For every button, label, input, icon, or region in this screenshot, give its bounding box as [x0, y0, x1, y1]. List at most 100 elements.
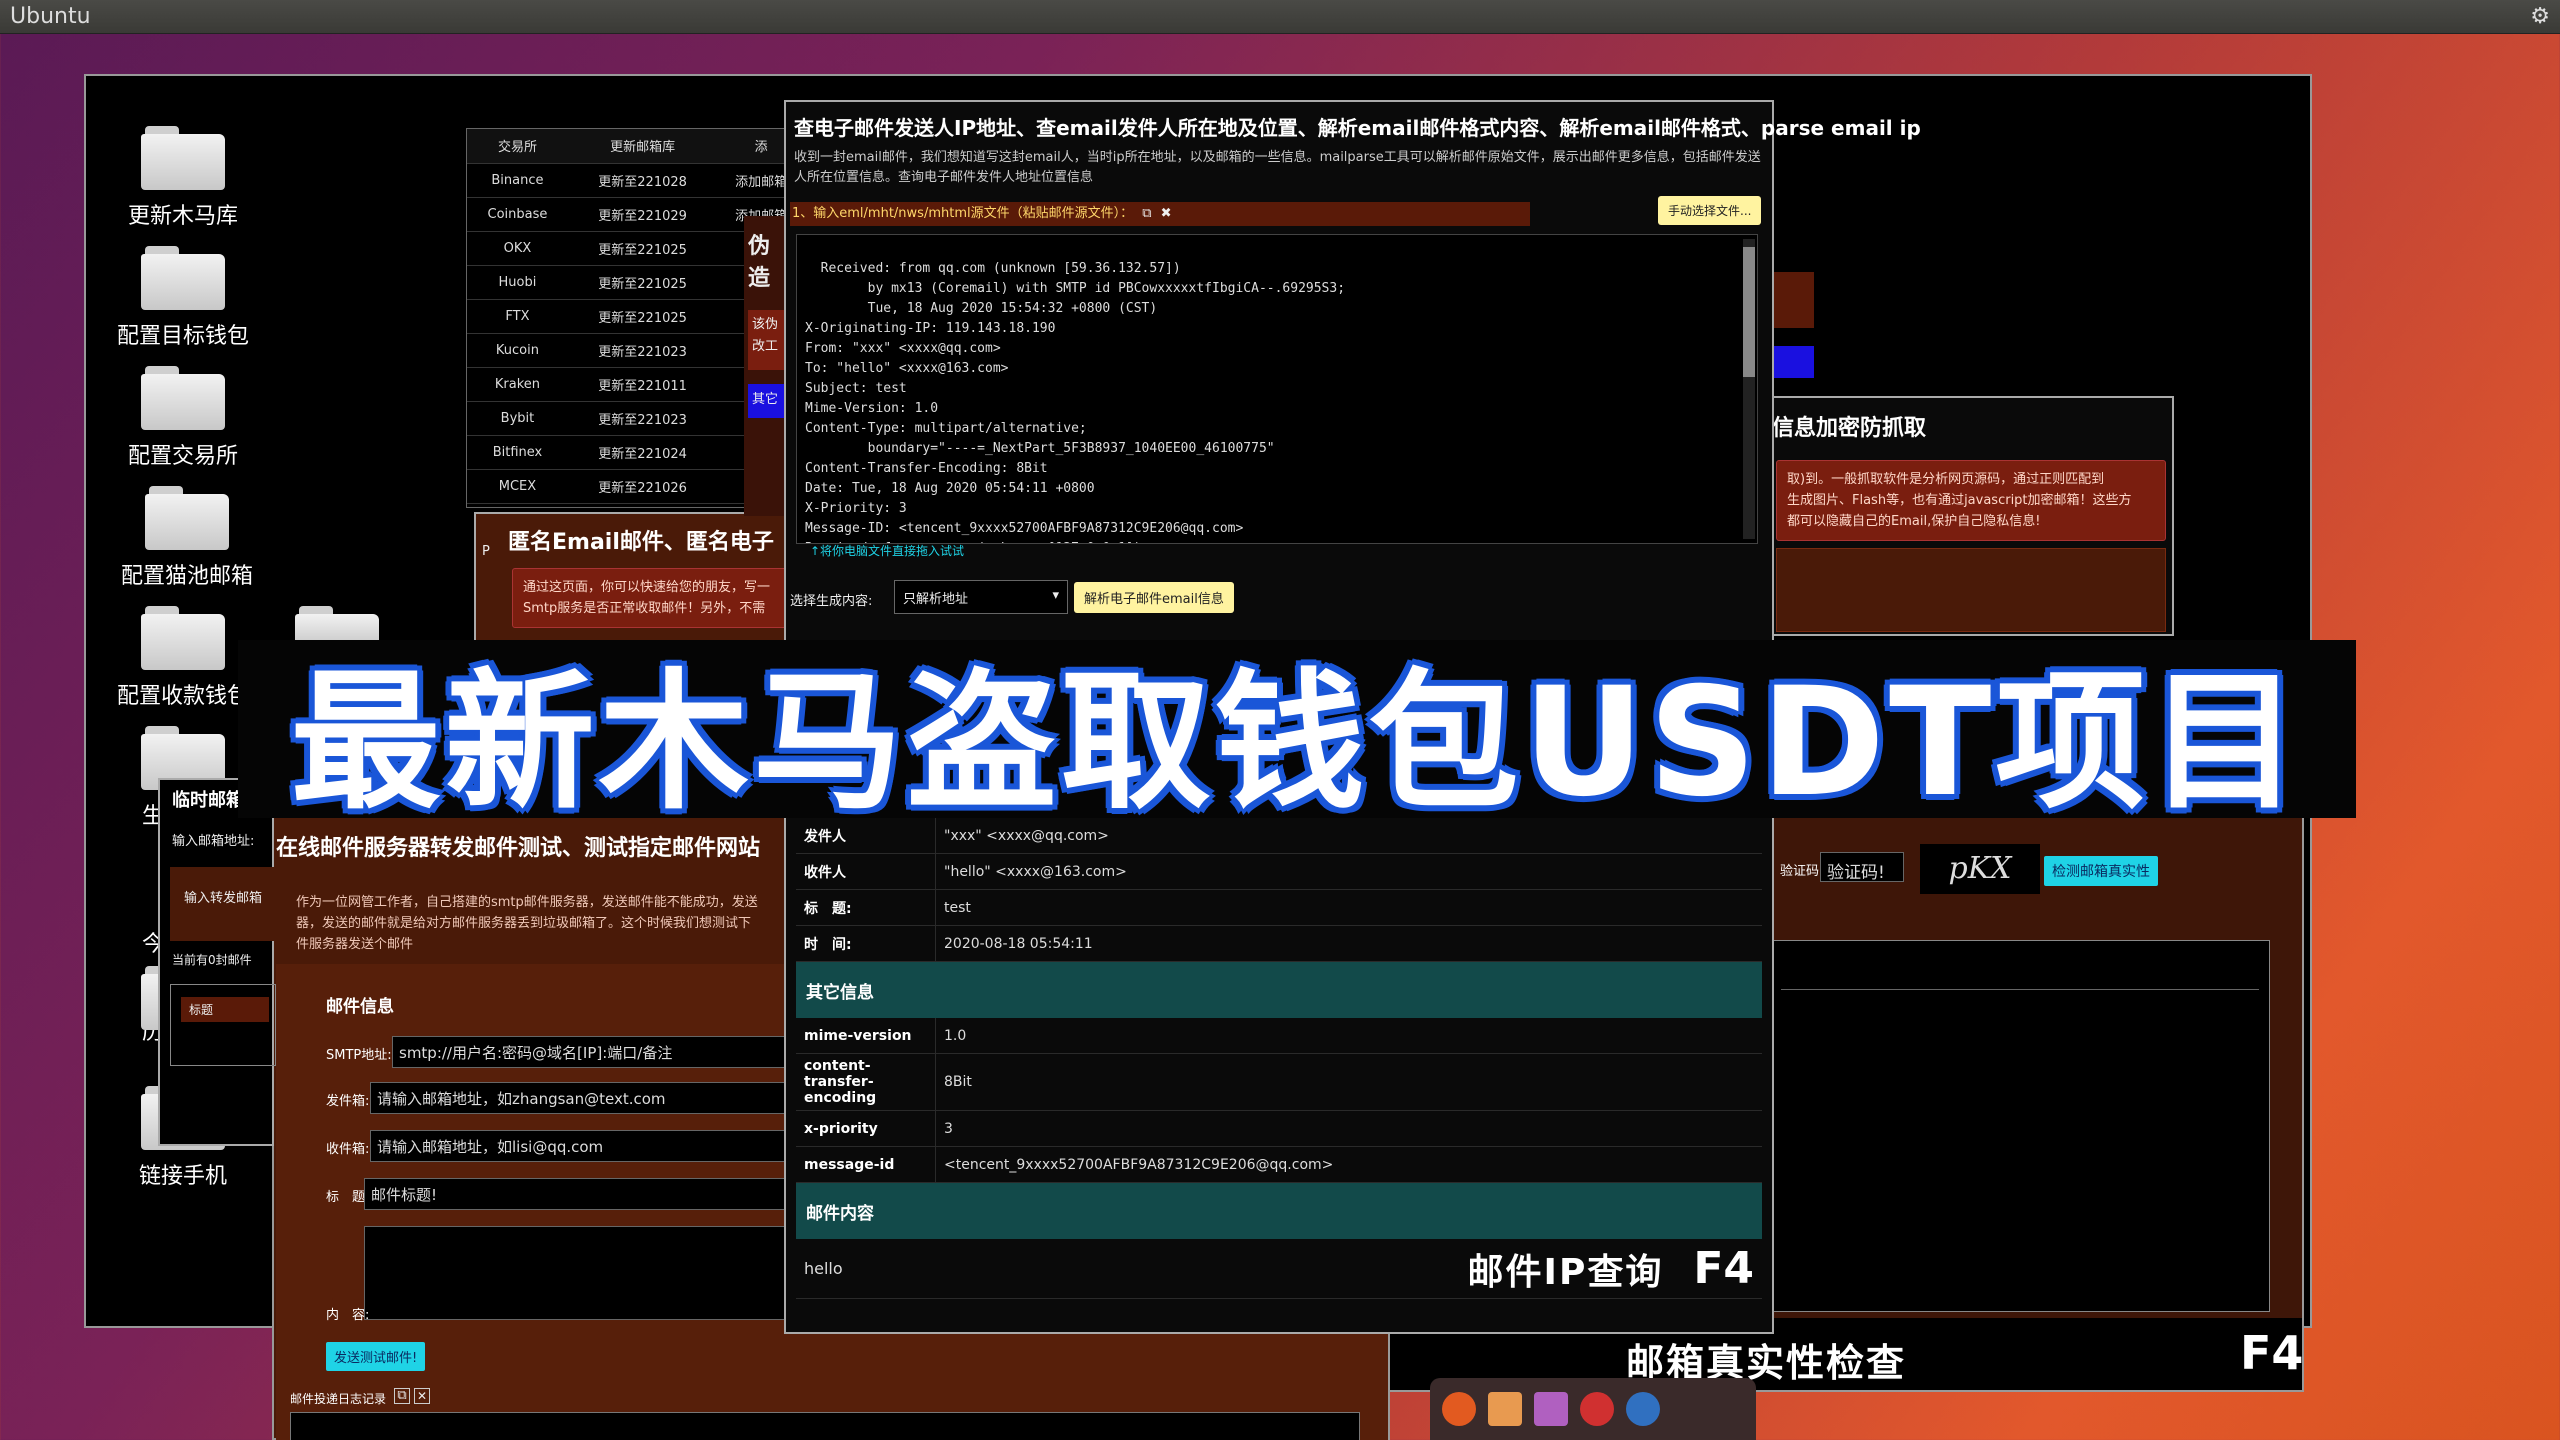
log-copy-icon[interactable]: ⧉ [394, 1388, 410, 1404]
app-icon[interactable] [1534, 1392, 1568, 1426]
email-source-textarea[interactable]: Received: from qq.com (unknown [59.36.13… [796, 234, 1758, 544]
drop-hint: ↑将你电脑文件直接拖入试试 [810, 544, 965, 558]
detail-key: mime-version [796, 1018, 936, 1053]
log-area [290, 1412, 1360, 1440]
folder-icon [141, 606, 225, 670]
table-cell: 更新至221025 [567, 231, 718, 266]
verify-email-button[interactable]: 检测邮箱真实性 [2044, 856, 2158, 886]
table-cell: 更新至221029 [567, 197, 718, 232]
encrypt-notice: 取)到。一般抓取软件是分析网页源码，通过正则匹配到 生成图片、Flash等，也有… [1776, 460, 2166, 541]
subject-input[interactable]: 邮件标题! [364, 1178, 790, 1210]
detail-row: 收件人 "hello" <xxxx@163.com> [796, 854, 1762, 890]
desktop-icon-label: 链接手机 [138, 1164, 227, 1189]
detail-row: content-transfer-encoding 8Bit [796, 1054, 1762, 1111]
detail-row: mime-version 1.0 [796, 1018, 1762, 1054]
table-cell: Bitfinex [467, 435, 568, 470]
table-cell: 更新至221026 [567, 469, 718, 504]
banner: 最新木马盗取钱包USDT项目 [238, 640, 2356, 830]
table-cell: 更新至221025 [567, 265, 718, 300]
detail-key: 时 间: [796, 926, 936, 961]
desktop-icon-exchange[interactable]: 配置交易所 [98, 366, 268, 470]
parse-result: 发件人 "xxx" <xxxx@qq.com> 收件人 "hello" <xxxx@1… [796, 818, 1762, 1299]
fake-other-button[interactable]: 其它 [748, 384, 788, 418]
folder-icon [141, 246, 225, 310]
close-icon[interactable]: ✖ [1161, 206, 1172, 221]
temp-count: 当前有0封邮件 [172, 953, 252, 967]
parser-key: F4 [1693, 1243, 1754, 1294]
parser-title: 查电子邮件发送人IP地址、查email发件人所在地及位置、解析email邮件格式… [794, 116, 1921, 140]
table-cell: 更新至221024 [567, 435, 718, 470]
table-cell: 更新至221023 [567, 333, 718, 368]
captcha-input[interactable]: 验证码! [1820, 852, 1904, 882]
folder-icon [145, 486, 229, 550]
temp-col-header: 标题 [181, 997, 269, 1022]
detail-row: message-id <tencent_9xxxx52700AFBF9A87312… [796, 1147, 1762, 1183]
step1-bar: 1、输入eml/mht/nws/mhtml源文件（粘贴邮件源文件）： ⧉ ✖ [790, 202, 1530, 226]
detail-value: <tencent_9xxxx52700AFBF9A87312C9E206@qq.… [944, 1156, 1334, 1173]
scrollbar[interactable] [1743, 239, 1755, 539]
log-label: 邮件投递日志记录 [290, 1392, 387, 1406]
power-icon[interactable] [1442, 1392, 1476, 1426]
table-cell: Kraken [467, 367, 568, 402]
top-panel: Ubuntu ⚙ [0, 0, 2560, 34]
detail-key: message-id [796, 1147, 936, 1182]
desktop-icon-update-trojan[interactable]: 更新木马库 [98, 126, 268, 230]
encrypt-box [1776, 548, 2166, 632]
table-cell: OKX [467, 231, 568, 266]
encrypt-strip-blue [1774, 346, 1814, 378]
column-header: 更新邮箱库 [567, 129, 718, 164]
send-test-button[interactable]: 发送测试邮件! [326, 1342, 426, 1371]
upload-file-button[interactable]: 手动选择文件... [1658, 196, 1762, 225]
encrypt-panel: 信息加密防抓取 取)到。一般抓取软件是分析网页源码，通过正则匹配到 生成图片、F… [1754, 396, 2174, 636]
lifebuoy-icon[interactable] [1580, 1392, 1614, 1426]
table-cell: 更新至221011 [567, 367, 718, 402]
download-icon[interactable] [1488, 1392, 1522, 1426]
fake-window: 伪造 该伪 改工 其它 [744, 216, 788, 516]
table-cell: Coinbase [467, 197, 568, 232]
detail-key: 收件人 [796, 854, 936, 889]
verify-key: F4 [2240, 1326, 2304, 1380]
fake-title: 伪造 [748, 234, 771, 291]
detail-value: 2020-08-18 05:54:11 [944, 935, 1093, 952]
mode-select-value: 只解析地址 [903, 592, 969, 607]
temp-fwd-box: 输入转发邮箱 [170, 867, 276, 941]
fake-text-line: 该伪 [752, 317, 779, 332]
anon-email-title: 匿名Email邮件、匿名电子 [508, 530, 774, 555]
form-section-title: 邮件信息 [326, 997, 394, 1017]
smtp-input[interactable]: smtp://用户名:密码@域名[IP]:端口/备注 [392, 1036, 792, 1068]
chevron-down-icon: ▾ [1052, 588, 1059, 603]
table-cell: 更新至221028 [567, 163, 718, 198]
temp-list: 标题 [170, 984, 276, 1066]
desktop-icon-label: 配置交易所 [127, 444, 238, 469]
banner-text: 最新木马盗取钱包USDT项目 [290, 655, 2304, 830]
detail-value: 1.0 [944, 1027, 967, 1044]
desktop-icon-label: 配置猫池邮箱 [120, 564, 253, 589]
fake-text: 该伪 改工 [748, 310, 788, 370]
table-cell: 更新至221025 [567, 299, 718, 334]
software-icon[interactable] [1626, 1392, 1660, 1426]
table-cell: FTX [467, 299, 568, 334]
folder-icon [141, 366, 225, 430]
table-cell: 更新至221023 [567, 401, 718, 436]
os-title: Ubuntu [10, 4, 91, 29]
temp-mailbox-window: 临时邮箱 输入邮箱地址: 输入转发邮箱 当前有0封邮件 标题 [158, 778, 276, 1146]
gear-icon[interactable]: ⚙ [2530, 4, 2550, 29]
desktop-icon-target-wallet[interactable]: 配置目标钱包 [98, 246, 268, 350]
parse-email-button[interactable]: 解析电子邮件email信息 [1074, 582, 1234, 613]
detail-key: content-transfer-encoding [796, 1054, 936, 1110]
table-row: Binance 更新至221028 添加邮箱 [467, 163, 805, 198]
log-close-icon[interactable]: ✕ [414, 1388, 430, 1404]
verify-result-area [1770, 940, 2270, 1312]
body-textarea[interactable] [364, 1226, 790, 1320]
desktop-icon-cat-pool[interactable]: 配置猫池邮箱 [102, 486, 272, 590]
detail-value: test [944, 899, 971, 916]
from-label: 发件箱: [326, 1094, 370, 1109]
desktop-icon-label: 更新木马库 [127, 204, 238, 229]
email-source-text: Received: from qq.com (unknown [59.36.13… [805, 261, 1346, 543]
mode-select[interactable]: 只解析地址 ▾ [894, 580, 1068, 614]
copy-icon[interactable]: ⧉ [1142, 206, 1151, 221]
encrypt-strip-red [1774, 272, 1814, 328]
to-input[interactable]: 请输入邮箱地址，如lisi@qq.com [370, 1130, 790, 1162]
from-input[interactable]: 请输入邮箱地址，如zhangsan@text.com [370, 1082, 790, 1114]
body-label: 内 容: [326, 1308, 370, 1323]
